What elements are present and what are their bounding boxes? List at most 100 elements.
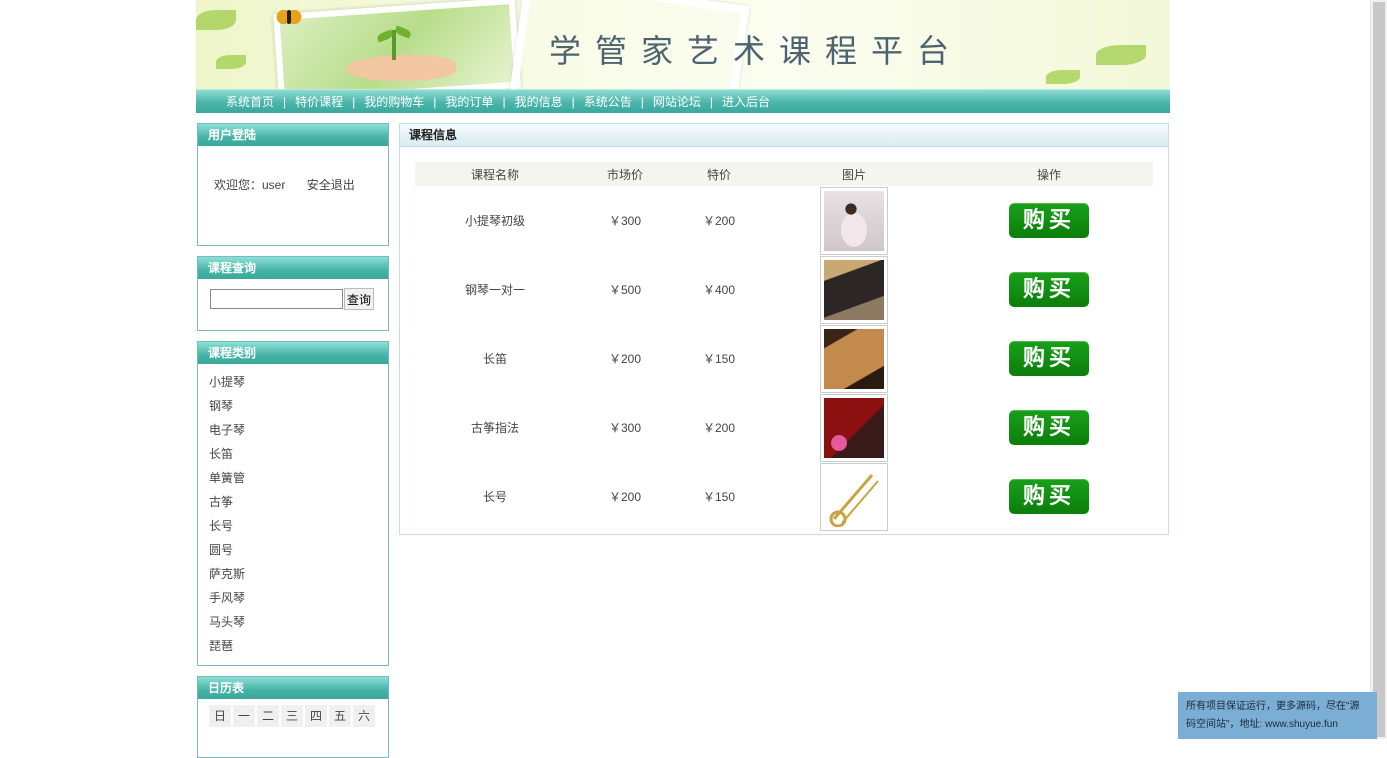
- site-title: 学管家艺术课程平台: [549, 32, 964, 70]
- market-price-cell: ￥300: [608, 421, 642, 435]
- category-link[interactable]: 萨克斯: [209, 567, 245, 581]
- course-thumbnail: [824, 328, 884, 389]
- calendar-title: 日历表: [198, 677, 388, 699]
- category-item: 古筝: [209, 490, 388, 514]
- course-image-cell: [763, 462, 945, 531]
- market-price-cell: ￥300: [608, 214, 642, 228]
- nav-item: 网站论坛 |: [645, 93, 714, 110]
- category-link[interactable]: 长笛: [209, 447, 233, 461]
- market-price-cell: ￥200: [608, 490, 642, 504]
- action-cell: 购买: [945, 186, 1153, 255]
- trombone-photo: [820, 462, 888, 531]
- nav-link[interactable]: 特价课程: [287, 93, 351, 110]
- category-link[interactable]: 马头琴: [209, 615, 245, 629]
- nav-link[interactable]: 进入后台: [714, 93, 778, 110]
- column-header-action: 操作: [945, 162, 1153, 186]
- logout-link[interactable]: 安全退出: [307, 178, 355, 192]
- nav-link[interactable]: 我的订单: [437, 93, 501, 110]
- course-search-button[interactable]: 查询: [344, 288, 375, 310]
- column-header-special-price: 特价: [675, 162, 763, 186]
- course-search-title: 课程查询: [198, 257, 388, 279]
- category-item: 长号: [209, 514, 388, 538]
- buy-button[interactable]: 购买: [1009, 479, 1089, 514]
- calendar-weekday: 二: [257, 705, 279, 727]
- page-scrollbar[interactable]: [1370, 0, 1387, 739]
- nav-item: 我的订单 |: [437, 93, 506, 110]
- guzheng-photo: [820, 393, 888, 462]
- course-image-cell: [763, 393, 945, 462]
- nav-link[interactable]: 系统公告: [576, 93, 640, 110]
- calendar-weekday: 五: [329, 705, 351, 727]
- leaf-decoration: [1096, 45, 1146, 65]
- course-search-panel: 课程查询 查询: [197, 256, 389, 331]
- category-link[interactable]: 小提琴: [209, 375, 245, 389]
- special-price-cell: ￥150: [702, 490, 736, 504]
- market-price-cell: ￥200: [608, 352, 642, 366]
- nav-item: 我的信息 |: [507, 93, 576, 110]
- category-list: 小提琴钢琴电子琴长笛单簧管古筝长号圆号萨克斯手风琴马头琴琵琶: [198, 364, 388, 658]
- course-thumbnail: [824, 190, 884, 251]
- course-name-cell: 古筝指法: [470, 421, 519, 435]
- nav-list: 系统首页 | 特价课程 | 我的购物车 | 我的订单 | 我的信息 | 系统公告 | 网站论坛 | 进入后台: [196, 90, 1170, 113]
- leaf-decoration: [216, 55, 246, 69]
- category-link[interactable]: 琵琶: [209, 639, 233, 653]
- table-row: 长号 ￥200 ￥150 购买: [415, 462, 1153, 531]
- buy-button[interactable]: 购买: [1009, 341, 1089, 376]
- category-link[interactable]: 钢琴: [209, 399, 233, 413]
- course-thumbnail: [824, 397, 884, 458]
- nav-link[interactable]: 我的信息: [507, 93, 571, 110]
- calendar-weekday: 四: [305, 705, 327, 727]
- course-name-cell: 小提琴初级: [464, 214, 525, 228]
- action-cell: 购买: [945, 393, 1153, 462]
- category-item: 琵琶: [209, 634, 388, 658]
- buy-button[interactable]: 购买: [1009, 410, 1089, 445]
- category-link[interactable]: 古筝: [209, 495, 233, 509]
- course-image-cell: [763, 255, 945, 324]
- special-price-cell: ￥400: [702, 283, 736, 297]
- course-category-panel: 课程类别 小提琴钢琴电子琴长笛单簧管古筝长号圆号萨克斯手风琴马头琴琵琶: [197, 341, 389, 666]
- category-link[interactable]: 单簧管: [209, 471, 245, 485]
- course-thumbnail: [824, 259, 884, 320]
- source-notice: 所有项目保证运行，更多源码，尽在"源码空间站"，地址: www.shuyue.f…: [1178, 692, 1377, 739]
- course-thumbnail: [824, 466, 884, 527]
- course-category-title: 课程类别: [198, 342, 388, 364]
- course-name-cell: 长笛: [482, 352, 507, 366]
- nav-link[interactable]: 我的购物车: [356, 93, 432, 110]
- scrollbar-thumb[interactable]: [1373, 2, 1385, 737]
- category-link[interactable]: 长号: [209, 519, 233, 533]
- nav-link[interactable]: 系统首页: [218, 93, 282, 110]
- welcome-text: 欢迎您：user: [214, 178, 286, 192]
- calendar-weekday: 六: [353, 705, 375, 727]
- category-link[interactable]: 手风琴: [209, 591, 245, 605]
- nav-item: 系统公告 |: [576, 93, 645, 110]
- nav-link[interactable]: 网站论坛: [645, 93, 709, 110]
- action-cell: 购买: [945, 255, 1153, 324]
- category-item: 马头琴: [209, 610, 388, 634]
- table-row: 长笛 ￥200 ￥150 购买: [415, 324, 1153, 393]
- column-header-image: 图片: [763, 162, 945, 186]
- nav-item: 进入后台: [714, 93, 778, 110]
- category-link[interactable]: 圆号: [209, 543, 233, 557]
- category-item: 电子琴: [209, 418, 388, 442]
- course-search-input[interactable]: [210, 289, 343, 309]
- course-image-cell: [763, 186, 945, 255]
- course-table-body: 小提琴初级 ￥300 ￥200 购买 钢琴一对一 ￥500 ￥400 购买 长笛 ￥200 ￥150…: [415, 186, 1153, 531]
- category-item: 手风琴: [209, 586, 388, 610]
- buy-button[interactable]: 购买: [1009, 272, 1089, 307]
- course-name-cell: 长号: [482, 490, 507, 504]
- action-cell: 购买: [945, 462, 1153, 531]
- table-header-row: 课程名称 市场价 特价 图片 操作: [415, 162, 1153, 186]
- flute-photo: [820, 324, 888, 393]
- butterfly-icon: [276, 8, 302, 26]
- table-row: 古筝指法 ￥300 ￥200 购买: [415, 393, 1153, 462]
- category-link[interactable]: 电子琴: [209, 423, 245, 437]
- trombone-icon: [829, 473, 879, 527]
- category-item: 圆号: [209, 538, 388, 562]
- nav-item: 特价课程 |: [287, 93, 356, 110]
- course-table: 课程名称 市场价 特价 图片 操作 小提琴初级 ￥300 ￥200 购买 钢琴一对一 ￥5…: [415, 162, 1153, 531]
- action-cell: 购买: [945, 324, 1153, 393]
- buy-button[interactable]: 购买: [1009, 203, 1089, 238]
- leaf-decoration: [1046, 70, 1080, 84]
- nav-item: 我的购物车 |: [356, 93, 437, 110]
- violin-photo: [820, 186, 888, 255]
